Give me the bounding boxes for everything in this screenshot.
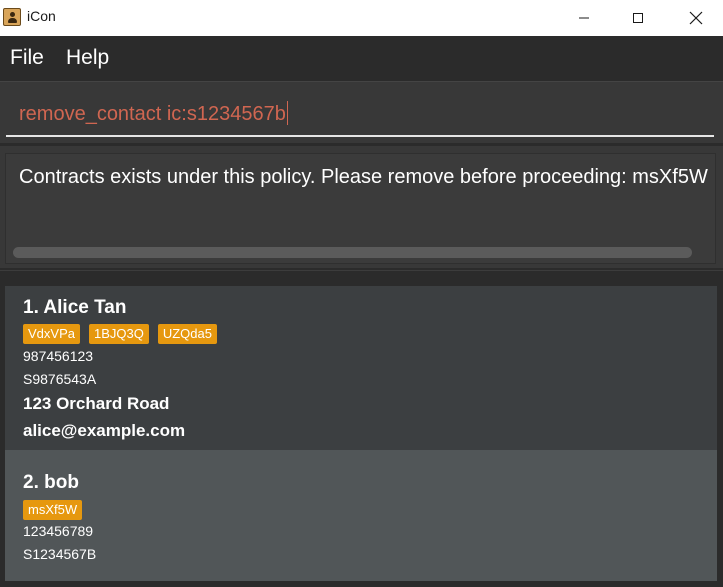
person-address: 123 Orchard Road xyxy=(23,394,170,413)
menu-help[interactable]: Help xyxy=(66,46,109,70)
window-title: iCon xyxy=(27,8,56,24)
person-phone: 987456123 xyxy=(23,348,94,364)
minimize-icon xyxy=(579,17,589,19)
tag: VdxVPa xyxy=(23,324,80,344)
menu-bar: File Help xyxy=(0,36,723,80)
minimize-button[interactable] xyxy=(561,0,607,36)
person-phone: 123456789 xyxy=(23,523,94,539)
person-ic: S9876543A xyxy=(23,371,97,387)
maximize-icon xyxy=(633,13,643,23)
close-icon xyxy=(689,11,703,25)
title-bar: iCon xyxy=(0,0,723,36)
contact-book-icon xyxy=(3,8,21,26)
result-display[interactable]: Contracts exists under this policy. Plea… xyxy=(5,153,716,264)
result-display-pane: Contracts exists under this policy. Plea… xyxy=(0,146,723,268)
person-list[interactable]: 1. Alice Tan VdxVPa 1BJQ3Q UZQda5 987456… xyxy=(0,270,723,587)
menu-file[interactable]: File xyxy=(10,46,44,70)
horizontal-scrollbar[interactable] xyxy=(13,247,692,258)
tag: 1BJQ3Q xyxy=(88,324,149,344)
command-box: remove_contact ic:s1234567b xyxy=(0,81,723,143)
tag-list: msXf5W xyxy=(23,500,83,520)
command-input[interactable]: remove_contact ic:s1234567b xyxy=(6,89,714,137)
person-name: 1. Alice Tan xyxy=(23,297,127,318)
close-button[interactable] xyxy=(673,0,719,36)
text-caret xyxy=(286,101,288,125)
person-card[interactable]: 1. Alice Tan VdxVPa 1BJQ3Q UZQda5 987456… xyxy=(5,286,717,450)
result-message: Contracts exists under this policy. Plea… xyxy=(19,166,708,188)
tag-list: VdxVPa 1BJQ3Q UZQda5 xyxy=(23,324,217,344)
person-ic: S1234567B xyxy=(23,546,97,562)
person-name: 2. bob xyxy=(23,472,79,493)
person-card-selected[interactable]: 2. bob msXf5W 123456789 S1234567B xyxy=(5,450,717,581)
person-email: alice@example.com xyxy=(23,421,186,440)
command-input-text: remove_contact ic:s1234567b xyxy=(19,103,286,125)
tag: msXf5W xyxy=(23,500,83,520)
tag: UZQda5 xyxy=(157,324,217,344)
maximize-button[interactable] xyxy=(615,0,661,36)
